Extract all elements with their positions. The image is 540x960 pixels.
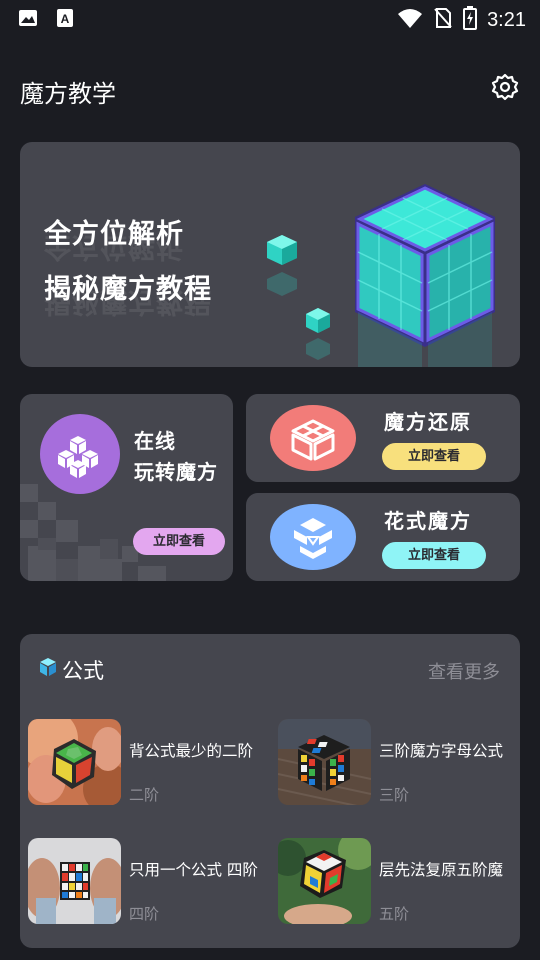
rubiks-cube-thumbnail bbox=[278, 719, 371, 805]
battery-charging-icon bbox=[463, 6, 478, 34]
page-title: 魔方教学 bbox=[20, 80, 116, 108]
fancy-view-button[interactable]: 立即查看 bbox=[382, 542, 486, 569]
formula-item-title: 三阶魔方字母公式 bbox=[379, 742, 504, 760]
formula-item-tag: 五阶 bbox=[379, 905, 410, 923]
banner-line2: 揭秘魔方教程 bbox=[44, 274, 212, 305]
gear-icon bbox=[491, 73, 519, 101]
formula-item[interactable]: 三阶魔方字母公式 三阶 bbox=[278, 719, 518, 809]
megaminx-thumbnail bbox=[28, 719, 121, 805]
cube-icon bbox=[40, 658, 56, 676]
app-header: 魔方教学 bbox=[20, 70, 520, 110]
floating-cube-thumbnail bbox=[278, 838, 371, 924]
online-cube-icon bbox=[40, 414, 120, 494]
formula-item[interactable]: 层先法复原五阶魔 五阶 bbox=[278, 838, 518, 928]
image-icon bbox=[18, 8, 38, 32]
section-title: 公式 bbox=[62, 659, 104, 683]
small-cube-icon bbox=[267, 235, 297, 296]
formula-item[interactable]: 只用一个公式 四阶 四阶 bbox=[28, 838, 268, 928]
status-bar: A 3:21 bbox=[0, 0, 540, 36]
fancy-cube-card[interactable]: 花式魔方 立即查看 bbox=[246, 493, 520, 581]
settings-button[interactable] bbox=[490, 72, 520, 102]
status-time: 3:21 bbox=[487, 8, 526, 31]
glowing-cube-illustration bbox=[267, 184, 495, 367]
formula-item-title: 背公式最少的二阶 bbox=[129, 742, 254, 760]
large-cube-icon bbox=[355, 184, 495, 367]
cube-restore-card[interactable]: 魔方还原 立即查看 bbox=[246, 394, 520, 482]
no-sim-icon bbox=[433, 7, 453, 33]
fancy-card-title: 花式魔方 bbox=[384, 509, 472, 533]
formula-item-tag: 四阶 bbox=[129, 905, 160, 923]
restore-cube-icon bbox=[270, 405, 356, 471]
restore-view-button[interactable]: 立即查看 bbox=[382, 443, 486, 470]
online-play-card[interactable]: 在线 玩转魔方 立即查看 bbox=[20, 394, 233, 581]
formula-item[interactable]: 背公式最少的二阶 二阶 bbox=[28, 719, 268, 809]
hero-banner[interactable]: 全方位解析 揭秘魔方教程 全方位解析 揭秘魔方教程 bbox=[20, 142, 520, 367]
banner-line1: 全方位解析 bbox=[44, 219, 184, 250]
online-card-title: 在线 玩转魔方 bbox=[134, 426, 218, 488]
view-more-link[interactable]: 查看更多 bbox=[428, 658, 500, 684]
online-title-line1: 在线 bbox=[134, 429, 176, 453]
formula-item-tag: 三阶 bbox=[379, 786, 410, 804]
wifi-icon bbox=[397, 7, 423, 33]
small-cube-icon bbox=[306, 308, 330, 360]
formula-item-title: 只用一个公式 四阶 bbox=[129, 861, 258, 879]
text-a-icon: A bbox=[56, 8, 74, 32]
online-view-button[interactable]: 立即查看 bbox=[133, 528, 225, 555]
hands-cube-thumbnail bbox=[28, 838, 121, 924]
restore-card-title: 魔方还原 bbox=[384, 410, 472, 434]
svg-text:A: A bbox=[61, 12, 70, 26]
fancy-cube-icon bbox=[270, 504, 356, 570]
formula-item-title: 层先法复原五阶魔 bbox=[379, 861, 504, 879]
formula-section: 公式 查看更多 背公式最少的二阶 二阶 三阶魔方字母公式 三阶 只用一个公式 四… bbox=[20, 634, 520, 948]
formula-item-tag: 二阶 bbox=[129, 786, 160, 804]
online-title-line2: 玩转魔方 bbox=[134, 460, 218, 484]
